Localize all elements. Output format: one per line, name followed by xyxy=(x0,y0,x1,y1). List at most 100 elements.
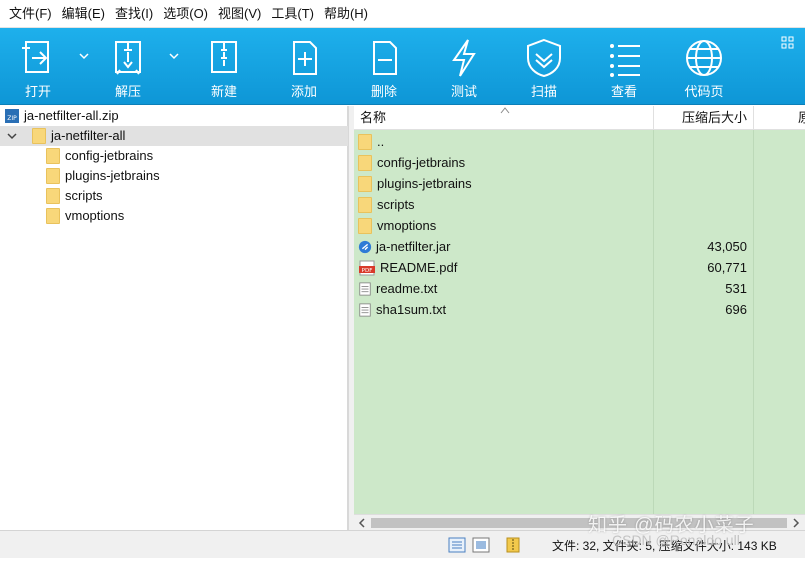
tree-item-label: vmoptions xyxy=(65,208,125,223)
tree-item-vmoptions[interactable]: vmoptions xyxy=(46,206,124,226)
extract-icon xyxy=(115,41,141,75)
view-button[interactable]: 查看 xyxy=(596,28,652,105)
collapse-chevron-icon[interactable] xyxy=(6,130,18,142)
menu-view[interactable]: 视图(V) xyxy=(213,0,266,28)
list-item[interactable]: vmoptions xyxy=(354,215,805,236)
tree-item-plugins-jetbrains[interactable]: plugins-jetbrains xyxy=(46,166,160,186)
add-button[interactable]: 添加 xyxy=(276,28,332,105)
open-dropdown-icon[interactable] xyxy=(78,50,90,62)
codepage-icon xyxy=(686,40,722,76)
folder-icon xyxy=(46,188,60,204)
tree-item-label: config-jetbrains xyxy=(65,148,154,163)
tree-root[interactable]: ja-netfilter-all xyxy=(0,126,348,146)
open-icon xyxy=(22,41,49,73)
folder-tree: ZIP ja-netfilter-all.zip ja-netfilter-al… xyxy=(0,106,348,530)
test-button[interactable]: 测试 xyxy=(436,28,492,105)
tree-root-label: ja-netfilter-all xyxy=(51,128,126,143)
file-name: readme.txt xyxy=(376,281,438,296)
folder-icon xyxy=(32,128,46,144)
column-packed-size[interactable]: 压缩后大小 xyxy=(654,106,747,130)
tree-archive[interactable]: ZIP ja-netfilter-all.zip xyxy=(4,106,344,126)
list-item[interactable]: sha1sum.txt 696 xyxy=(354,299,805,320)
menu-options[interactable]: 选项(O) xyxy=(158,0,213,28)
tree-item-config-jetbrains[interactable]: config-jetbrains xyxy=(46,146,153,166)
pdf-file-icon: PDF xyxy=(359,260,375,275)
thumbnail-view-icon[interactable] xyxy=(472,537,490,553)
menu-find[interactable]: 查找(I) xyxy=(110,0,158,28)
folder-icon xyxy=(358,175,372,192)
list-item[interactable]: readme.txt 531 xyxy=(354,278,805,299)
file-packed-size: 43,050 xyxy=(707,239,747,254)
tree-item-label: plugins-jetbrains xyxy=(65,168,160,183)
view-icon xyxy=(610,44,640,77)
toolbar: 打开 解压 新建 添加 删除 测试 扫描 查看 代码页 xyxy=(0,28,805,105)
column-original-size[interactable]: 原 xyxy=(798,106,805,130)
menu-help[interactable]: 帮助(H) xyxy=(319,0,373,28)
svg-text:ZIP: ZIP xyxy=(7,115,17,122)
codepage-label: 代码页 xyxy=(684,84,724,99)
file-name: ja-netfilter.jar xyxy=(376,239,451,254)
layout-grid-icon[interactable] xyxy=(781,36,795,50)
folder-icon xyxy=(46,208,60,224)
column-divider[interactable] xyxy=(753,106,754,130)
file-name: vmoptions xyxy=(377,218,437,233)
jar-file-icon xyxy=(358,240,372,253)
menu-file[interactable]: 文件(F) xyxy=(4,0,57,28)
svg-text:PDF: PDF xyxy=(362,268,373,274)
scan-button[interactable]: 扫描 xyxy=(516,28,572,105)
add-label: 添加 xyxy=(290,84,317,99)
extract-dropdown-icon[interactable] xyxy=(168,50,180,62)
file-name: config-jetbrains xyxy=(377,155,466,170)
file-packed-size: 696 xyxy=(725,302,747,317)
list-item-parent[interactable]: .. xyxy=(354,131,805,152)
tree-item-label: scripts xyxy=(65,188,103,203)
delete-label: 删除 xyxy=(370,84,397,99)
menu-edit[interactable]: 编辑(E) xyxy=(57,0,110,28)
list-header: 名称 压缩后大小 原 xyxy=(354,106,805,130)
delete-button[interactable]: 删除 xyxy=(356,28,412,105)
new-archive-label: 新建 xyxy=(210,84,237,99)
list-item[interactable]: ja-netfilter.jar 43,050 xyxy=(354,236,805,257)
menu-bar: 文件(F) 编辑(E) 查找(I) 选项(O) 视图(V) 工具(T) 帮助(H… xyxy=(0,0,805,28)
details-view-icon[interactable] xyxy=(448,537,466,553)
add-icon xyxy=(293,41,317,75)
archive-info-icon[interactable] xyxy=(504,537,522,553)
tree-item-scripts[interactable]: scripts xyxy=(46,186,103,206)
test-label: 测试 xyxy=(450,84,477,99)
open-label: 打开 xyxy=(24,84,51,99)
scan-icon xyxy=(527,38,561,78)
new-archive-icon xyxy=(211,41,237,73)
menu-tools[interactable]: 工具(T) xyxy=(266,0,319,28)
sort-ascending-icon xyxy=(500,107,510,114)
list-item[interactable]: config-jetbrains xyxy=(354,152,805,173)
extract-button[interactable]: 解压 xyxy=(100,28,156,105)
folder-icon xyxy=(358,133,372,150)
tree-archive-label: ja-netfilter-all.zip xyxy=(24,108,119,123)
delete-icon xyxy=(373,41,397,75)
file-list: 名称 压缩后大小 原 .. config-jetbrains plugins-j… xyxy=(354,106,805,514)
file-name: .. xyxy=(377,134,385,149)
folder-icon xyxy=(46,148,60,164)
file-packed-size: 60,771 xyxy=(707,260,747,275)
folder-icon xyxy=(46,168,60,184)
zip-icon: ZIP xyxy=(5,109,19,123)
codepage-button[interactable]: 代码页 xyxy=(676,28,732,105)
list-item[interactable]: scripts xyxy=(354,194,805,215)
test-icon xyxy=(452,39,476,77)
file-name: scripts xyxy=(377,197,415,212)
file-name: README.pdf xyxy=(380,260,458,275)
watermark-csdn: CSDN @Ronaldo ull xyxy=(612,532,740,548)
open-button[interactable]: 打开 xyxy=(10,28,66,105)
file-name: sha1sum.txt xyxy=(376,302,447,317)
list-item[interactable]: PDF README.pdf 60,771 xyxy=(354,257,805,278)
file-packed-size: 531 xyxy=(725,281,747,296)
text-file-icon xyxy=(359,302,371,317)
scroll-right-icon[interactable] xyxy=(791,518,801,528)
view-label: 查看 xyxy=(610,84,637,99)
folder-icon xyxy=(358,154,372,171)
folder-icon xyxy=(358,196,372,213)
new-archive-button[interactable]: 新建 xyxy=(196,28,252,105)
scroll-left-icon[interactable] xyxy=(357,518,367,528)
list-item[interactable]: plugins-jetbrains xyxy=(354,173,805,194)
file-name: plugins-jetbrains xyxy=(377,176,472,191)
